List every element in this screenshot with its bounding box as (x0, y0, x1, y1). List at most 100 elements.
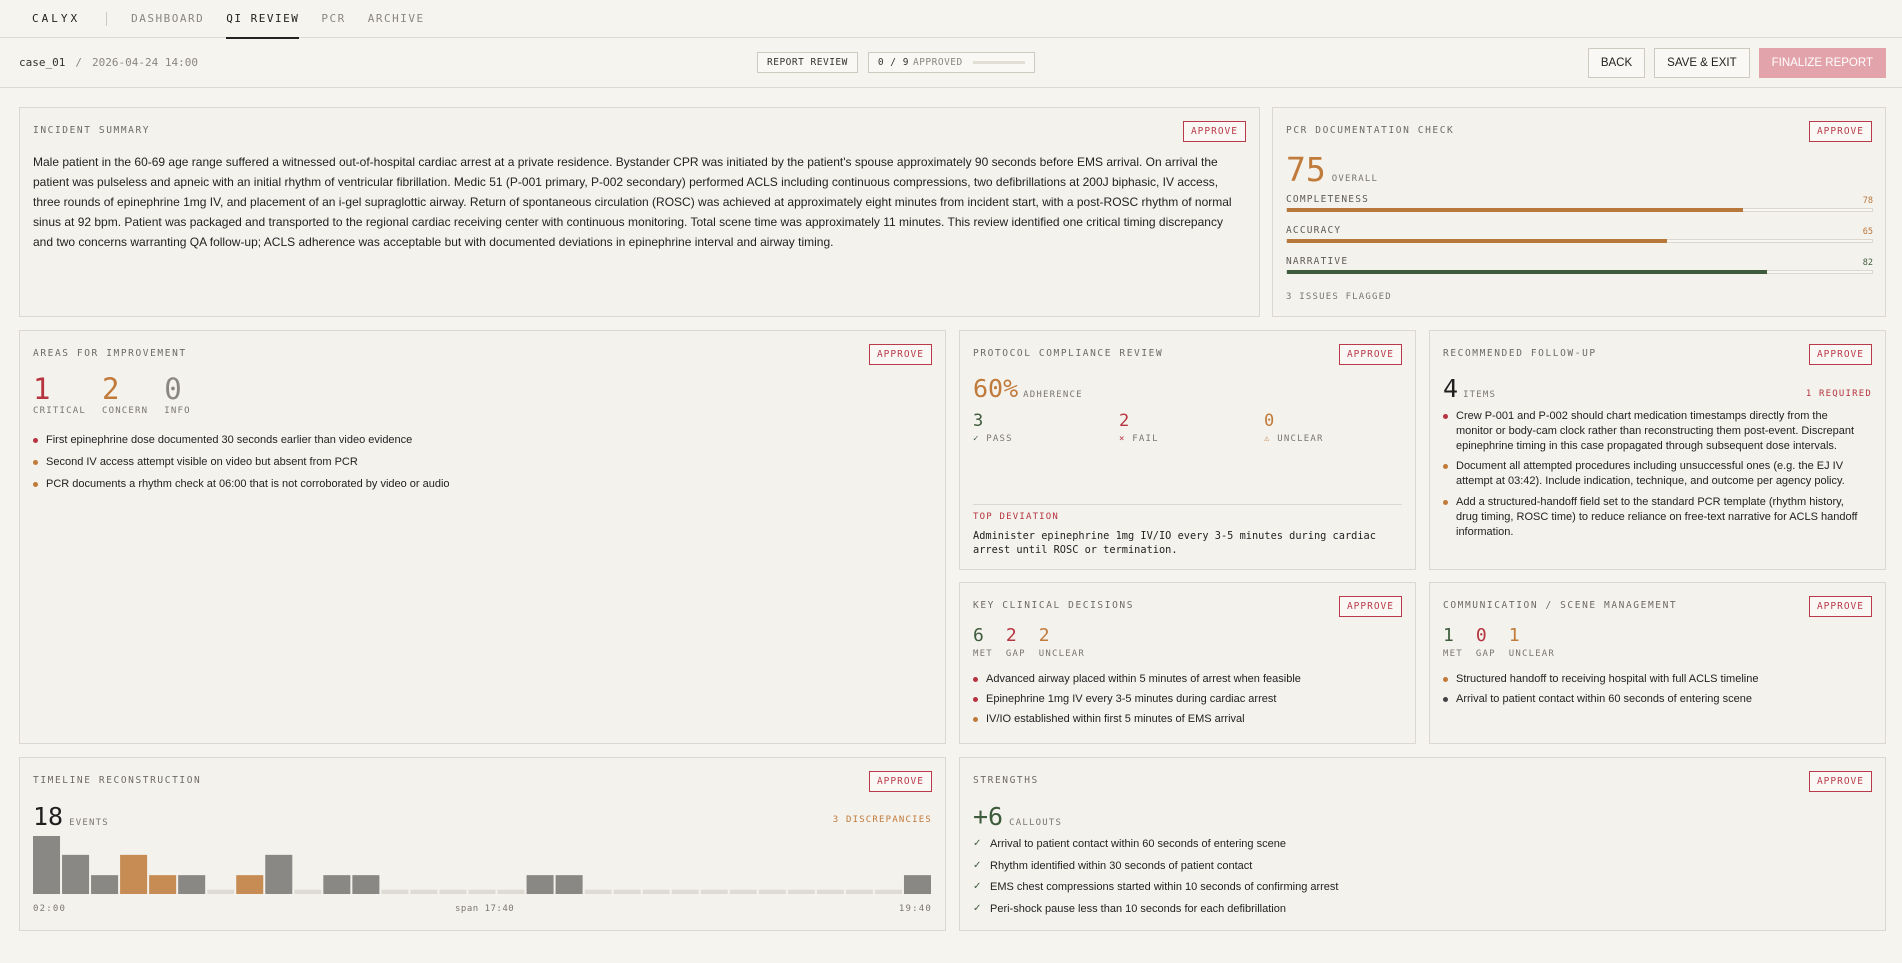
incident-summary-card: INCIDENT SUMMARY APPROVE Male patient in… (19, 107, 1260, 317)
timeline-bar (787, 889, 815, 894)
approval-progress: 0 / 9 APPROVED (867, 52, 1035, 73)
nav-qi-review[interactable]: QI REVIEW (226, 0, 300, 39)
communication-card: COMMUNICATION / SCENE MANAGEMENT APPROVE… (1429, 582, 1886, 744)
metric-label: COMPLETENESS (1286, 194, 1370, 205)
discrepancies-count: 3 DISCREPANCIES (832, 815, 932, 825)
nav-dashboard[interactable]: DASHBOARD (131, 0, 204, 38)
metric-value: 65 (1862, 227, 1873, 237)
timeline-bar (410, 889, 438, 894)
met-stat: 6 MET (973, 625, 993, 659)
list-item: Advanced airway placed within 5 minutes … (973, 672, 1393, 687)
info-label: INFO (164, 406, 191, 416)
timeline-bar (265, 854, 293, 894)
concern-count: 2 (101, 372, 120, 406)
unclear-stat: 2 UNCLEAR (1039, 625, 1085, 659)
card-title: STRENGTHS (973, 775, 1039, 786)
case-id[interactable]: case_01 (19, 56, 65, 69)
adherence-label: ADHERENCE (1023, 390, 1083, 400)
list-item-text: Structured handoff to receiving hospital… (1456, 673, 1759, 685)
bullet-dot-icon (33, 481, 38, 487)
approval-progress-bar (972, 61, 1025, 64)
approve-button[interactable]: APPROVE (1808, 596, 1872, 617)
approve-button[interactable]: APPROVE (1338, 596, 1402, 617)
critical-label: CRITICAL (33, 406, 86, 416)
timeline-bar (352, 875, 380, 894)
followup-items-label: ITEMS (1463, 390, 1497, 400)
timeline-bar (178, 875, 206, 894)
list-item-text: First epinephrine dose documented 30 sec… (46, 434, 413, 446)
bullet-dot-icon (973, 677, 978, 682)
unclear-count: 2 (1038, 625, 1050, 646)
strength-text: Arrival to patient contact within 60 sec… (990, 838, 1286, 850)
x-icon: × (1119, 434, 1126, 444)
approve-button[interactable]: APPROVE (1808, 344, 1872, 365)
list-item: Epinephrine 1mg IV every 3-5 minutes dur… (973, 692, 1393, 707)
info-count: 0 (164, 372, 182, 406)
timeline-bar (149, 875, 177, 894)
events-label: EVENTS (69, 818, 109, 828)
fail-stat: 2 × FAIL (1119, 411, 1159, 444)
approve-button[interactable]: APPROVE (868, 771, 932, 792)
recommended-followup-card: RECOMMENDED FOLLOW-UP APPROVE 4 ITEMS 1 … (1429, 330, 1886, 570)
info-stat: 0 INFO (164, 374, 190, 416)
bullet-dot-icon (973, 696, 978, 702)
concern-label: CONCERN (101, 406, 149, 416)
approve-button[interactable]: APPROVE (1808, 121, 1872, 142)
strength-text: Peri-shock pause less than 10 seconds fo… (990, 902, 1286, 915)
strength-item: ✓ Arrival to patient contact within 60 se… (973, 837, 1863, 851)
timeline-bar (526, 875, 554, 894)
list-item: Add a structured-handoff field set to th… (1443, 495, 1863, 539)
followup-list: Crew P-001 and P-002 should chart medica… (1443, 409, 1863, 545)
timeline-bar (584, 889, 612, 894)
bullet-dot-icon (33, 438, 38, 443)
approve-button[interactable]: APPROVE (868, 344, 932, 365)
pass-count: 3 (973, 411, 984, 431)
check-icon: ✓ (973, 902, 982, 914)
list-item: Document all attempted procedures includ… (1443, 459, 1863, 489)
unclear-count: 0 (1264, 411, 1275, 431)
communication-list: Structured handoff to receiving hospital… (1443, 672, 1863, 712)
warning-icon: ⚠ (1264, 434, 1271, 444)
brand-logo: CALYX (32, 12, 81, 25)
timeline-bar (120, 854, 148, 894)
strengths-list: ✓ Arrival to patient contact within 60 se… (973, 837, 1863, 923)
back-button[interactable]: BACK (1587, 48, 1646, 78)
finalize-report-button[interactable]: FINALIZE REPORT (1758, 48, 1886, 78)
metric-bar-fill (1287, 239, 1668, 243)
callouts-count: +6 (973, 802, 1004, 831)
timeline-bar (845, 889, 873, 894)
critical-count: 1 (33, 372, 51, 406)
timeline-bar (439, 889, 467, 894)
timeline-bar (758, 889, 786, 894)
approve-button[interactable]: APPROVE (1338, 344, 1402, 365)
approve-button[interactable]: APPROVE (1808, 771, 1872, 792)
approve-button[interactable]: APPROVE (1182, 121, 1246, 142)
list-item-text: Crew P-001 and P-002 should chart medica… (1456, 410, 1855, 452)
metric-track (1286, 208, 1873, 212)
decisions-list: Advanced airway placed within 5 minutes … (973, 672, 1393, 731)
fail-label: FAIL (1132, 434, 1159, 444)
unclear-label: UNCLEAR (1508, 649, 1556, 659)
met-stat: 1 MET (1443, 625, 1463, 659)
metric-track (1286, 239, 1873, 243)
card-title: KEY CLINICAL DECISIONS (973, 600, 1135, 611)
list-item-text: Epinephrine 1mg IV every 3-5 minutes dur… (986, 692, 1277, 705)
nav-archive[interactable]: ARCHIVE (368, 0, 425, 38)
save-exit-button[interactable]: SAVE & EXIT (1654, 48, 1750, 78)
list-item: IV/IO established within first 5 minutes… (973, 712, 1393, 727)
nav-pcr[interactable]: PCR (321, 0, 345, 38)
timeline-bar (903, 875, 931, 894)
callouts-label: CALLOUTS (1009, 818, 1063, 828)
bullet-dot-icon (1443, 696, 1448, 702)
metric-label: NARRATIVE (1286, 256, 1349, 267)
areas-improvement-card: AREAS FOR IMPROVEMENT APPROVE 1 CRITICAL… (19, 330, 946, 744)
list-item-text: Add a structured-handoff field set to th… (1456, 495, 1858, 538)
list-item-text: Document all attempted procedures includ… (1456, 460, 1845, 488)
list-item-text: PCR documents a rhythm check at 06:00 th… (46, 477, 450, 490)
met-count: 6 (973, 625, 984, 646)
list-item: PCR documents a rhythm check at 06:00 th… (33, 477, 923, 492)
timeline-reconstruction-card: TIMELINE RECONSTRUCTION APPROVE 18 EVENT… (19, 757, 946, 931)
pass-stat: 3 ✓ PASS (973, 411, 1013, 444)
nav-divider (106, 11, 108, 26)
top-deviation-label: TOP DEVIATION (973, 512, 1060, 522)
